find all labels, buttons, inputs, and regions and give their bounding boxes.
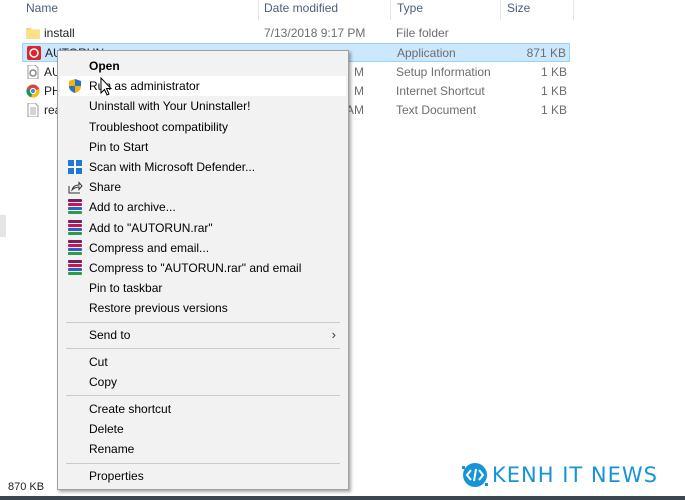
winrar-icon xyxy=(67,260,83,276)
column-header-name[interactable]: Name xyxy=(26,0,58,20)
defender-icon xyxy=(67,159,83,175)
file-type: Internet Shortcut xyxy=(396,83,485,98)
column-divider[interactable] xyxy=(390,0,391,20)
file-size: 1 KB xyxy=(540,83,567,98)
menu-item-cut[interactable]: Cut xyxy=(60,352,346,372)
text-document-icon xyxy=(26,102,40,118)
uac-shield-icon xyxy=(67,78,83,94)
menu-item-label: Share xyxy=(89,180,122,195)
menu-item-label: Add to "AUTORUN.rar" xyxy=(89,220,213,235)
menu-item-label: Restore previous versions xyxy=(89,301,228,316)
menu-separator xyxy=(66,321,340,323)
menu-item-restore-previous-versions[interactable]: Restore previous versions xyxy=(60,298,346,318)
file-date: M xyxy=(354,64,364,79)
menu-item-label: Properties xyxy=(89,469,144,484)
column-divider[interactable] xyxy=(258,0,259,20)
menu-item-add-to-autorun-rar[interactable]: Add to "AUTORUN.rar" xyxy=(60,218,346,238)
column-header-date[interactable]: Date modified xyxy=(264,0,338,20)
file-type: Setup Information xyxy=(396,64,491,79)
setup-file-icon xyxy=(26,64,40,80)
folder-icon xyxy=(26,26,40,40)
menu-item-label: Add to archive... xyxy=(89,200,176,215)
menu-item-label: Uninstall with Your Uninstaller! xyxy=(89,99,251,114)
menu-item-label: Copy xyxy=(89,375,118,390)
file-row[interactable]: install 7/13/2018 9:17 PM File folder xyxy=(22,24,570,43)
menu-item-compress-and-email[interactable]: Compress and email... xyxy=(60,238,346,258)
menu-item-uninstall-with-your-uninstaller[interactable]: Uninstall with Your Uninstaller! xyxy=(60,96,346,116)
menu-item-label: Scan with Microsoft Defender... xyxy=(89,160,256,174)
menu-item-label: Open xyxy=(89,59,120,73)
menu-item-label: Pin to Start xyxy=(89,139,149,154)
nav-pane-edge xyxy=(0,215,6,237)
file-date: M xyxy=(354,83,364,98)
column-header-size[interactable]: Size xyxy=(507,0,530,20)
file-size: 1 KB xyxy=(540,64,567,79)
context-menu: Open Run as administrator Uninstall with Y… xyxy=(57,50,349,490)
menu-item-properties[interactable]: Properties xyxy=(60,466,346,486)
winrar-icon xyxy=(67,199,83,215)
menu-item-label: Send to xyxy=(89,328,131,343)
file-type: File folder xyxy=(396,26,449,40)
menu-item-label: Create shortcut xyxy=(89,402,172,416)
menu-item-add-to-archive[interactable]: Add to archive... xyxy=(60,197,346,217)
menu-item-label: Delete xyxy=(89,422,124,437)
menu-item-rename[interactable]: Rename xyxy=(60,439,346,459)
menu-separator xyxy=(66,395,340,397)
menu-item-send-to[interactable]: Send to › xyxy=(60,325,346,345)
status-bar-selected-size: 870 KB xyxy=(8,481,45,493)
file-size: 871 KB xyxy=(526,46,566,61)
menu-item-open[interactable]: Open xyxy=(60,56,346,76)
menu-item-copy[interactable]: Copy xyxy=(60,372,346,392)
column-divider[interactable] xyxy=(500,0,501,20)
menu-item-troubleshoot-compatibility[interactable]: Troubleshoot compatibility xyxy=(60,117,346,137)
menu-item-label: Troubleshoot compatibility xyxy=(89,119,228,134)
file-size: 1 KB xyxy=(540,103,567,118)
menu-separator xyxy=(66,348,340,350)
menu-item-share[interactable]: Share xyxy=(60,177,346,197)
menu-item-label: Rename xyxy=(89,442,135,457)
application-icon xyxy=(27,46,41,61)
menu-item-create-shortcut[interactable]: Create shortcut xyxy=(60,399,346,419)
menu-separator xyxy=(66,462,340,464)
code-logo-icon xyxy=(462,463,488,487)
internet-shortcut-icon xyxy=(26,84,40,98)
column-divider[interactable] xyxy=(573,0,574,20)
share-icon xyxy=(67,179,83,195)
winrar-icon xyxy=(67,219,83,236)
menu-item-pin-to-taskbar[interactable]: Pin to taskbar xyxy=(60,278,346,298)
menu-item-label: Compress to "AUTORUN.rar" and email xyxy=(89,261,302,275)
file-type: Text Document xyxy=(396,103,477,118)
menu-item-pin-to-start[interactable]: Pin to Start xyxy=(60,137,346,157)
menu-item-compress-to-autorun-rar-and-email[interactable]: Compress to "AUTORUN.rar" and email xyxy=(60,258,346,278)
mouse-cursor-icon xyxy=(100,77,112,96)
menu-item-label: Cut xyxy=(89,355,108,369)
watermark-text: KENH IT NEWS xyxy=(492,463,658,487)
file-name: install xyxy=(44,26,75,40)
menu-item-delete[interactable]: Delete xyxy=(60,419,346,439)
winrar-icon xyxy=(67,239,83,256)
taskbar-edge xyxy=(0,496,685,500)
menu-item-scan-with-microsoft-defender[interactable]: Scan with Microsoft Defender... xyxy=(60,157,346,177)
column-header-type[interactable]: Type xyxy=(397,0,423,20)
chevron-right-icon: › xyxy=(331,327,336,343)
menu-item-label: Pin to taskbar xyxy=(89,281,163,296)
menu-item-label: Compress and email... xyxy=(89,240,210,255)
file-type: Application xyxy=(397,46,456,61)
file-date: 7/13/2018 9:17 PM xyxy=(264,26,366,40)
